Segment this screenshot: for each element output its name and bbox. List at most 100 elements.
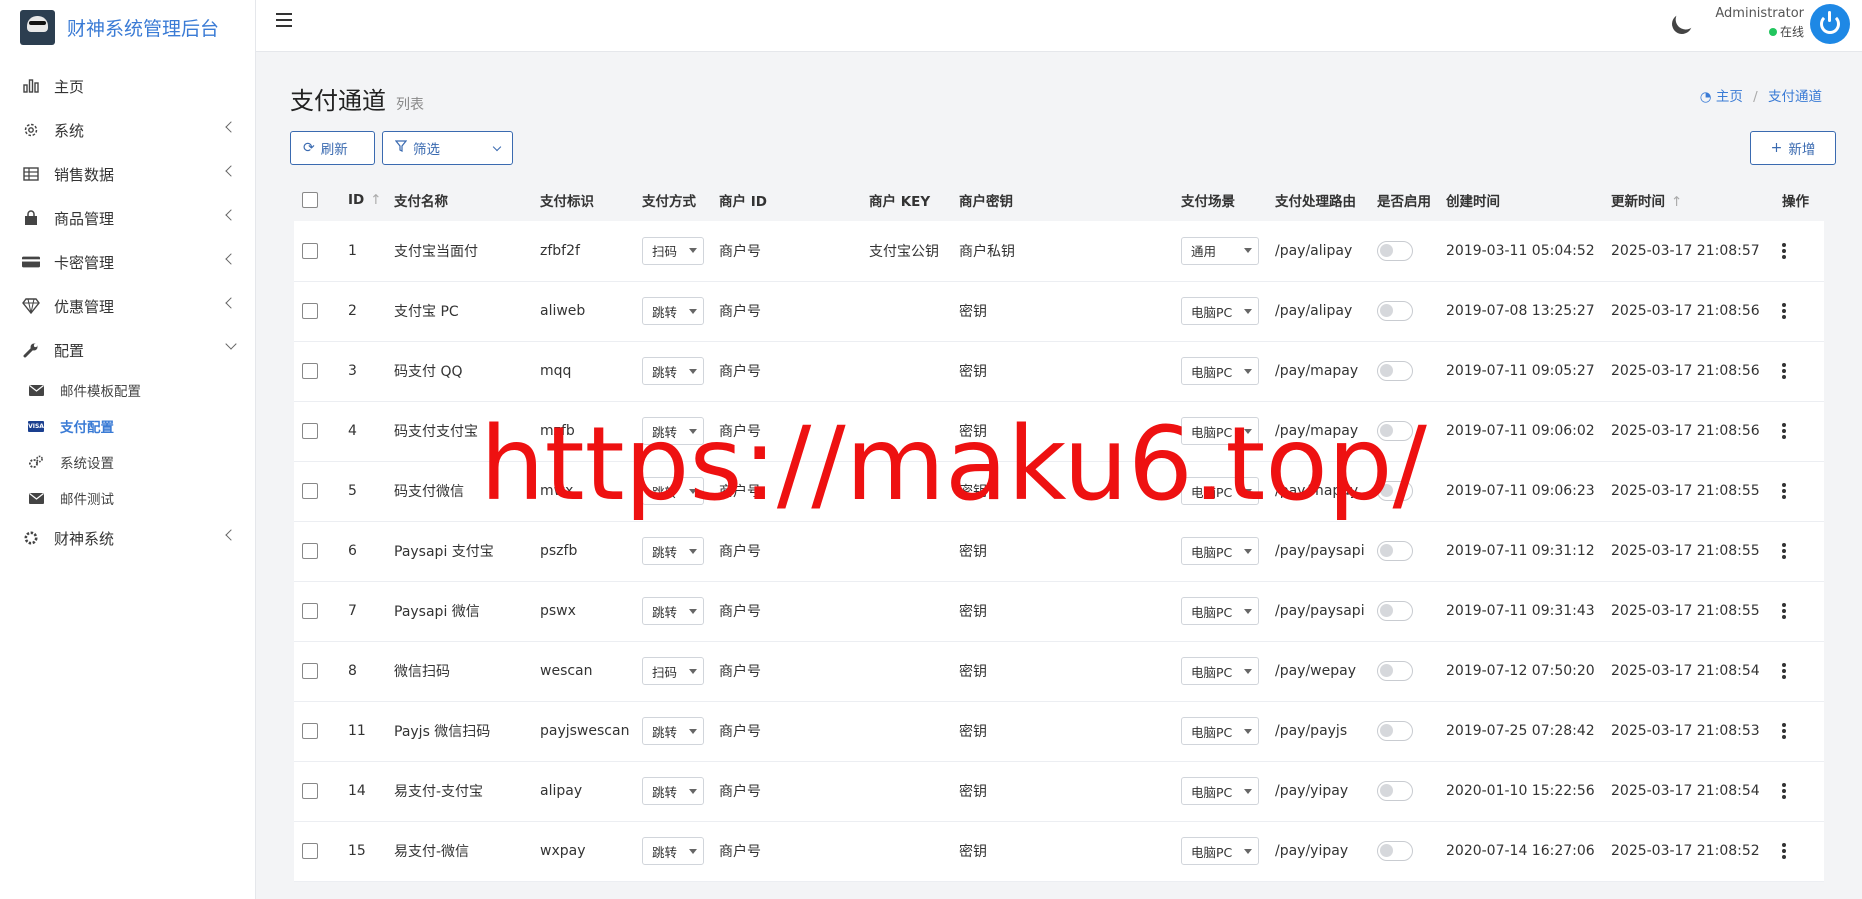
cell-route: /pay/mapay [1275,363,1359,379]
more-actions-icon[interactable] [1782,363,1786,379]
scene-select[interactable]: 电脑PC [1181,477,1259,505]
enabled-toggle[interactable] [1377,841,1413,861]
row-checkbox[interactable] [302,423,318,439]
row-checkbox[interactable] [302,242,318,259]
avatar[interactable] [1810,4,1850,44]
sidebar-item-config[interactable]: 配置 [0,328,255,372]
more-actions-icon[interactable] [1782,843,1786,859]
moon-icon[interactable] [1669,11,1695,37]
method-select[interactable]: 跳转 [642,477,704,505]
enabled-toggle[interactable] [1377,240,1413,261]
more-actions-icon[interactable] [1782,303,1786,319]
enabled-toggle[interactable] [1377,301,1413,321]
enabled-toggle[interactable] [1377,781,1413,801]
method-select[interactable]: 跳转 [642,837,704,865]
method-select[interactable]: 跳转 [642,777,704,805]
cell-enabled [1369,401,1438,461]
more-actions-icon[interactable] [1782,483,1786,499]
col-header-enabled: 是否启用 [1377,194,1431,210]
scene-select[interactable]: 电脑PC [1181,717,1259,745]
more-actions-icon[interactable] [1782,242,1786,259]
scene-select[interactable]: 电脑PC [1181,417,1259,445]
enabled-toggle[interactable] [1377,541,1413,561]
more-actions-icon[interactable] [1782,423,1786,439]
cell-merchant-id: 商户号 [719,364,761,380]
sidebar-subitem-email-template[interactable]: 邮件模板配置 [0,372,255,408]
scene-select[interactable]: 电脑PC [1181,777,1259,805]
row-checkbox[interactable] [302,663,318,679]
sidebar-item-cards[interactable]: 卡密管理 [0,240,255,284]
diamond-icon [22,297,40,315]
enabled-toggle[interactable] [1377,421,1413,441]
scene-select[interactable]: 电脑PC [1181,297,1259,325]
cell-name: 易支付-微信 [394,844,470,860]
method-select[interactable]: 跳转 [642,297,704,325]
method-select[interactable]: 跳转 [642,597,704,625]
refresh-button[interactable]: ⟳ 刷新 [290,131,375,165]
method-select[interactable]: 跳转 [642,537,704,565]
row-checkbox[interactable] [302,783,318,799]
row-checkbox[interactable] [302,543,318,559]
method-select[interactable]: 跳转 [642,417,704,445]
more-actions-icon[interactable] [1782,663,1786,679]
method-select[interactable]: 扫码 [642,657,704,685]
scene-select[interactable]: 电脑PC [1181,657,1259,685]
gear-icon [22,529,40,547]
filter-button[interactable]: 筛选 [382,131,513,165]
hamburger-menu-icon[interactable] [276,13,292,27]
row-checkbox[interactable] [302,363,318,379]
col-header-secret: 商户密钥 [959,194,1013,210]
cell-id: 7 [348,603,357,619]
more-actions-icon[interactable] [1782,603,1786,619]
more-actions-icon[interactable] [1782,723,1786,739]
row-checkbox[interactable] [302,723,318,739]
add-button[interactable]: + 新增 [1750,131,1836,165]
scene-select[interactable]: 电脑PC [1181,837,1259,865]
row-checkbox[interactable] [302,303,318,319]
row-checkbox[interactable] [302,603,318,619]
sidebar-item-home[interactable]: 主页 [0,64,255,108]
sidebar-item-caishen[interactable]: 财神系统 [0,516,255,560]
row-checkbox[interactable] [302,843,318,859]
user-info[interactable]: Administrator 在线 [1715,6,1804,40]
col-header-updated[interactable]: 更新时间 [1603,179,1774,221]
select-all-checkbox[interactable] [302,192,318,208]
filter-icon [394,140,408,156]
scene-select[interactable]: 电脑PC [1181,357,1259,385]
row-checkbox[interactable] [302,483,318,499]
method-select[interactable]: 跳转 [642,357,704,385]
method-select[interactable]: 扫码 [642,236,704,265]
sidebar-subitem-system-settings[interactable]: 系统设置 [0,444,255,480]
chevron-left-icon [225,121,237,133]
table-body: 1 支付宝当面付 zfbf2f 扫码 商户号 支付宝公钥 商户私钥 通用/pay/alipay… [294,221,1824,881]
sidebar-item-sales[interactable]: 销售数据 [0,152,255,196]
method-select[interactable]: 跳转 [642,717,704,745]
caret-down-icon [689,788,697,794]
sidebar-item-promotions[interactable]: 优惠管理 [0,284,255,328]
topbar: Administrator 在线 [256,0,1862,52]
cell-merchant-id: 商户号 [719,724,761,740]
cell-id: 1 [348,242,357,259]
cell-created: 2019-03-11 05:04:52 [1446,242,1595,259]
enabled-toggle[interactable] [1377,481,1413,501]
scene-select[interactable]: 电脑PC [1181,537,1259,565]
more-actions-icon[interactable] [1782,783,1786,799]
sidebar-subitem-email-test[interactable]: 邮件测试 [0,480,255,516]
row-select-cell [294,521,340,581]
scene-select[interactable]: 通用 [1181,236,1259,265]
cell-merchant-key [861,581,951,641]
cell-enabled [1369,761,1438,821]
sidebar-item-system[interactable]: 系统 [0,108,255,152]
cell-enabled [1369,641,1438,701]
breadcrumb-home[interactable]: 主页 [1716,89,1743,105]
enabled-toggle[interactable] [1377,601,1413,621]
enabled-toggle[interactable] [1377,661,1413,681]
sidebar-item-products[interactable]: 商品管理 [0,196,255,240]
more-actions-icon[interactable] [1782,543,1786,559]
enabled-toggle[interactable] [1377,361,1413,381]
enabled-toggle[interactable] [1377,721,1413,741]
brand[interactable]: 财神系统管理后台 [0,0,255,54]
sidebar-subitem-payment-config[interactable]: VISA 支付配置 [0,408,255,444]
scene-select[interactable]: 电脑PC [1181,597,1259,625]
col-header-id[interactable]: ID [340,179,386,221]
